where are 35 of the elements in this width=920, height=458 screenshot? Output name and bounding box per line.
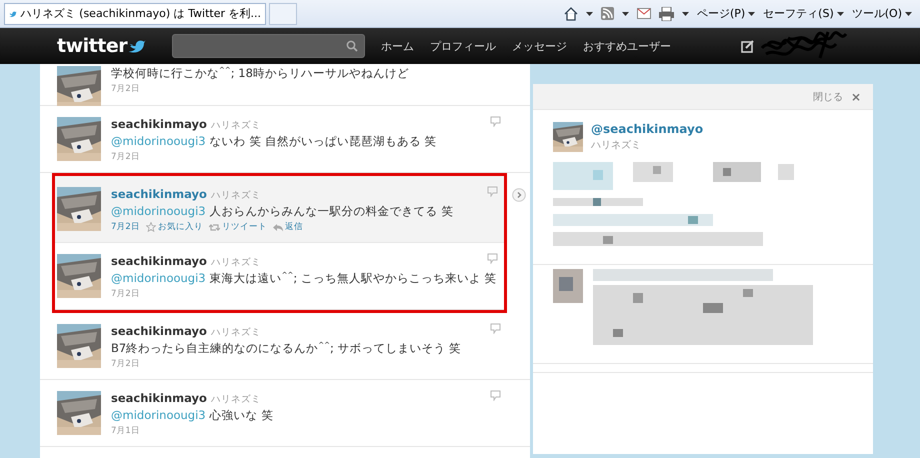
menu-button[interactable]: ページ(P)	[696, 6, 756, 21]
tweet-text: 東海大は遠い$^{^^}$; こっち無人駅やからこっち来いよ 笑	[210, 271, 497, 286]
tab-title: ハリネズミ (seachikinmayo) は Twitter を利...	[20, 6, 261, 21]
action-link[interactable]: リツイート	[208, 221, 267, 233]
user-name[interactable]: seachikinmayo	[111, 391, 207, 405]
full-name: ハリネズミ	[210, 256, 261, 269]
user-name[interactable]: seachikinmayo	[111, 324, 207, 338]
twitter-logo[interactable]: twitter	[57, 35, 157, 57]
user-name[interactable]: seachikinmayo	[111, 254, 207, 268]
close-icon[interactable]: ×	[850, 90, 861, 104]
full-name: ハリネズミ	[210, 326, 261, 339]
full-name: ハリネズミ	[210, 119, 261, 132]
user-name[interactable]: seachikinmayo	[111, 117, 207, 131]
full-name: ハリネズミ	[210, 189, 261, 202]
profile-handle[interactable]: @seachikinmayo	[591, 122, 704, 136]
tweet-date[interactable]: 7月2日	[111, 221, 140, 233]
action-link[interactable]: お気に入り	[146, 221, 203, 233]
nav-link[interactable]: おすすめユーザー	[583, 38, 671, 54]
nav-link[interactable]: プロフィール	[430, 38, 496, 54]
action-link[interactable]: 返信	[272, 221, 303, 233]
tweet-row[interactable]: 学校何時に行こかな$^{^^}$; 18時からリハーサルやねんけど 7月2日	[40, 64, 530, 106]
nav-link[interactable]: ホーム	[381, 38, 414, 54]
tweet-row[interactable]: seachikinmayo ハリネズミ @midorinoougi3 ないわ 笑 自然がいっぱい琵琶湖もある 笑 7月2日	[40, 106, 530, 173]
tweet-text: B7終わったら自主練的なのになるんか$^{^^}$; サボってしまいそう 笑	[111, 341, 462, 356]
full-name: ハリネズミ	[210, 393, 261, 406]
tweet-text: 人おらんからみんな一駅分の料金できてる 笑	[210, 204, 454, 219]
menu-button[interactable]: ツール(O)	[852, 6, 912, 21]
tweet-text: 学校何時に行こかな$^{^^}$; 18時からリハーサルやねんけど	[111, 66, 409, 81]
tweet-text: ないわ 笑 自然がいっぱい琵琶湖もある 笑	[210, 134, 437, 149]
menu-button[interactable]: セーフティ(S)	[763, 6, 844, 21]
browser-tab[interactable]: ハリネズミ (seachikinmayo) は Twitter を利...	[4, 2, 266, 24]
user-name[interactable]: seachikinmayo	[111, 187, 207, 201]
tweet-text: 心強いな 笑	[210, 408, 274, 423]
profile-name: ハリネズミ	[591, 139, 642, 152]
nav-link[interactable]: メッセージ	[512, 38, 567, 54]
